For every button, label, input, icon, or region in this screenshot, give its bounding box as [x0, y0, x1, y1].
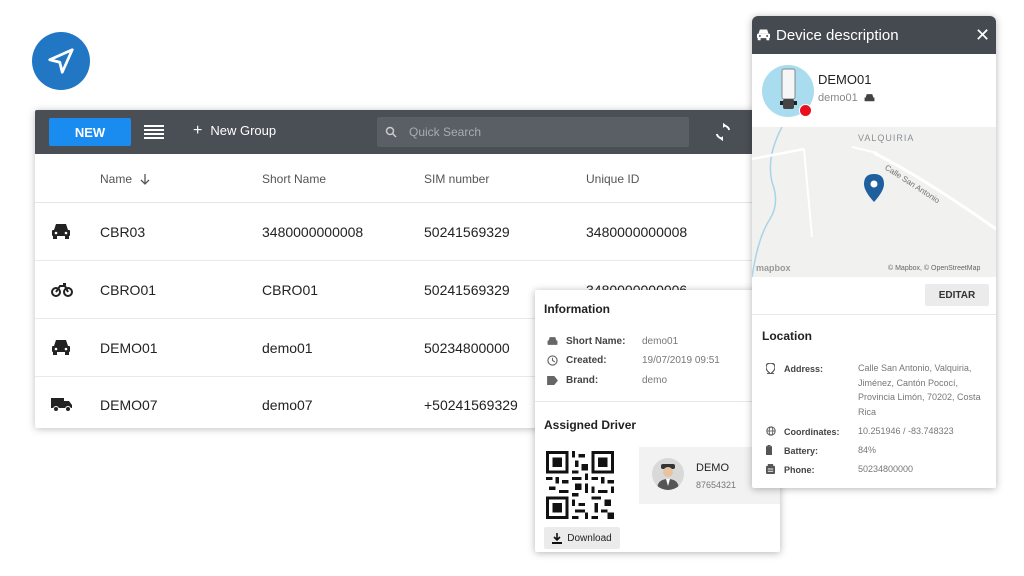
device-short-name: demo01: [818, 92, 858, 104]
download-label: Download: [567, 532, 612, 544]
car-icon: [757, 29, 770, 41]
new-button[interactable]: NEW: [49, 118, 131, 146]
qr-code: [546, 451, 614, 519]
plus-icon: +: [193, 121, 203, 139]
device-name: DEMO01: [818, 72, 872, 87]
edit-button[interactable]: EDITAR: [925, 284, 989, 306]
truck-icon: [51, 398, 72, 412]
quick-search-input[interactable]: [407, 124, 671, 140]
search-icon: [385, 126, 397, 138]
divider: [752, 314, 996, 315]
new-group-button[interactable]: + New Group: [193, 121, 277, 139]
globe-icon: [766, 426, 776, 436]
device-sim: 50241569329: [424, 282, 510, 298]
device-description-header: Device description ✕: [752, 16, 996, 54]
car-icon: [52, 340, 70, 355]
device-name: DEMO01: [100, 340, 158, 356]
map-attribution[interactable]: © Mapbox, © OpenStreetMap: [888, 265, 980, 272]
column-name-label: Name: [100, 172, 133, 186]
information-panel: Information Short Name: demo01 Created: …: [535, 290, 780, 552]
created-label: Created:: [566, 355, 607, 366]
battery-icon: [766, 445, 772, 455]
tag-icon: [547, 376, 558, 385]
driver-person-icon: [657, 464, 679, 490]
download-icon: [552, 532, 563, 544]
navigation-arrow-icon: [48, 48, 74, 74]
device-sim: 50234800000: [424, 340, 510, 356]
information-title: Information: [544, 302, 610, 316]
coordinates-value: 10.251946 / -83.748323: [858, 426, 954, 436]
driver-id: 87654321: [696, 480, 737, 490]
map-roads: [752, 127, 996, 277]
device-name: DEMO07: [100, 397, 158, 413]
device-name: CBRO01: [100, 282, 157, 298]
battery-label: Battery:: [784, 446, 819, 456]
device-short-name: 3480000000008: [262, 224, 364, 240]
device-short-name: demo01: [262, 340, 313, 356]
column-unique-id[interactable]: Unique ID: [586, 172, 639, 186]
column-name[interactable]: Name: [100, 172, 150, 186]
device-sim: 50241569329: [424, 224, 510, 240]
short-name-label: Short Name:: [566, 336, 626, 347]
device-description-panel: Device description ✕ DEMO01 demo01 VALQU…: [752, 16, 996, 488]
column-sim-number[interactable]: SIM number: [424, 172, 489, 186]
phone-value: 50234800000: [858, 464, 914, 474]
column-short-name[interactable]: Short Name: [262, 172, 326, 186]
device-unique-id: 3480000000008: [586, 224, 688, 240]
map-place-label: VALQUIRIA: [858, 133, 915, 143]
divider: [535, 401, 780, 402]
driver-avatar: [652, 458, 684, 490]
device-sim: +50241569329: [424, 397, 518, 413]
car-icon: [864, 94, 875, 102]
new-group-label: New Group: [210, 123, 277, 138]
app-logo: [32, 32, 90, 90]
brand-label: Brand:: [566, 375, 599, 386]
toolbar: NEW + New Group: [35, 110, 760, 154]
clock-icon: [547, 355, 558, 366]
address-label: Address:: [784, 364, 824, 374]
status-dot: [799, 104, 812, 117]
car-icon: [547, 337, 558, 345]
car-icon: [52, 224, 70, 239]
created-value: 19/07/2019 09:51: [642, 355, 720, 366]
location-pin-icon: [864, 174, 884, 202]
table-header: Name Short Name SIM number Unique ID: [35, 154, 760, 203]
device-name: CBR03: [100, 224, 146, 240]
device-short-name: demo07: [262, 397, 313, 413]
phone-label: Phone:: [784, 465, 815, 475]
map-marker-icon: [766, 363, 775, 374]
list-menu-icon[interactable]: [144, 124, 164, 140]
motorcycle-icon: [51, 283, 73, 297]
address-value: Calle San Antonio, Valquiria, Jiménez, C…: [858, 363, 981, 417]
device-short-name: CBRO01: [262, 282, 319, 298]
device-short-name-row: demo01: [818, 92, 875, 104]
short-name-value: demo01: [642, 336, 679, 347]
table-row[interactable]: CBR03 3480000000008 50241569329 34800000…: [35, 203, 760, 261]
panel-title: Device description: [776, 27, 899, 44]
battery-value: 84%: [858, 445, 877, 455]
brand-value: demo: [642, 375, 668, 386]
phone-icon: [766, 464, 775, 474]
search-box: [377, 117, 689, 147]
refresh-icon[interactable]: [713, 122, 733, 142]
sort-down-icon: [140, 173, 150, 185]
location-title: Location: [762, 329, 812, 343]
location-map[interactable]: VALQUIRIA Calle San Antonio mapbox © Map…: [752, 127, 996, 277]
close-icon[interactable]: ✕: [975, 25, 990, 46]
download-button[interactable]: Download: [544, 527, 620, 549]
mapbox-logo: mapbox: [756, 263, 791, 273]
coordinates-label: Coordinates:: [784, 427, 840, 437]
driver-name: DEMO: [696, 462, 729, 474]
assigned-driver-title: Assigned Driver: [544, 418, 637, 432]
